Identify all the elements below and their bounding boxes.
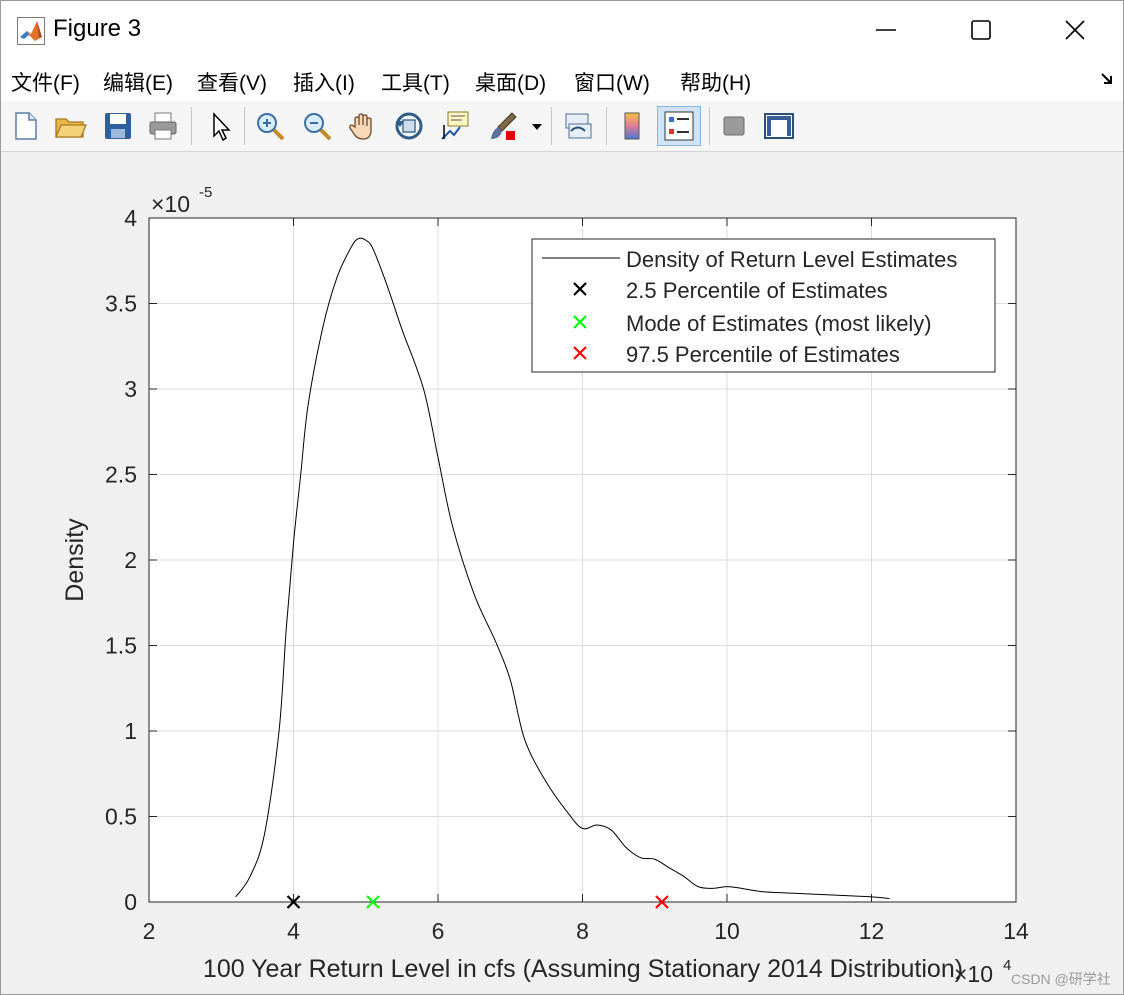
rotate-3d-button[interactable] (392, 109, 426, 143)
legend-entry-label: Density of Return Level Estimates (626, 247, 957, 272)
pan-hand-icon (349, 113, 372, 140)
y-tick-label: 4 (124, 205, 137, 231)
zoom-in-button[interactable] (253, 109, 287, 143)
matlab-logo-icon (17, 17, 45, 45)
menu-item-4[interactable]: 工具(T) (381, 67, 450, 97)
menu-item-0[interactable]: 文件(F) (11, 67, 80, 97)
watermark-text: CSDN @研学社 (1011, 971, 1111, 987)
show-plot-tools-button[interactable] (762, 109, 796, 143)
new-figure-icon (15, 112, 37, 140)
y-tick-label: 3 (124, 376, 137, 402)
brush-icon (491, 112, 517, 140)
save-button[interactable] (101, 109, 135, 143)
print-icon (149, 112, 177, 140)
toolbar-separator (191, 107, 192, 145)
menu-item-7[interactable]: 帮助(H) (680, 67, 751, 97)
toolbar-separator (709, 107, 710, 145)
menu-item-6[interactable]: 窗口(W) (574, 67, 650, 97)
legend-entry-label: Mode of Estimates (most likely) (626, 311, 932, 336)
y-tick-label: 0 (124, 889, 137, 915)
y-exponent-power: -5 (199, 184, 212, 201)
zoom-out-button[interactable] (300, 109, 334, 143)
data-cursor-icon (441, 111, 469, 140)
y-axis-label: Density (61, 518, 89, 602)
y-tick-label: 2 (124, 547, 137, 573)
x-tick-label: 12 (859, 918, 885, 944)
toolbar-separator (551, 107, 552, 145)
y-tick-label: 1 (124, 718, 137, 744)
print-button[interactable] (146, 109, 180, 143)
x-tick-label: 10 (714, 918, 740, 944)
minimize-button[interactable] (841, 1, 933, 59)
menu-item-5[interactable]: 桌面(D) (475, 67, 546, 97)
y-tick-label: 0.5 (105, 804, 137, 830)
hide-plot-tools-button[interactable] (717, 109, 751, 143)
x-tick-label: 4 (287, 918, 300, 944)
figure-window: Figure 3 文件(F) 编辑(E) 查看(V) 插入(I) 工具(T) 桌面(D) 窗… (0, 0, 1124, 995)
legend-button[interactable] (657, 106, 701, 146)
x-tick-label: 8 (576, 918, 589, 944)
minimize-icon (876, 29, 896, 31)
figure-canvas[interactable]: 2 4 6 8 10 12 14 0 0.5 1 1.5 2 2.5 3 3.5 4 ×10 -5 ×10 4 100 … (1, 152, 1123, 994)
figure-toolbar (1, 101, 1123, 152)
y-tick-label: 2.5 (105, 462, 137, 488)
toolbar-separator (244, 107, 245, 145)
zoom-in-icon (257, 113, 285, 141)
legend-icon (664, 111, 694, 141)
zoom-out-icon (304, 113, 332, 141)
x-tick-label: 2 (143, 918, 156, 944)
save-icon (105, 113, 131, 139)
maximize-icon (971, 20, 991, 40)
y-tick-label: 3.5 (105, 291, 137, 317)
menu-item-3[interactable]: 插入(I) (293, 67, 355, 97)
pan-button[interactable] (346, 109, 380, 143)
link-plot-button[interactable] (561, 109, 595, 143)
edit-plot-button[interactable] (203, 109, 237, 143)
x-axis-label: 100 Year Return Level in cfs (Assuming S… (203, 955, 963, 983)
legend-entry-label: 2.5 Percentile of Estimates (626, 278, 888, 303)
brush-button[interactable] (486, 109, 520, 143)
menu-item-2[interactable]: 查看(V) (197, 67, 267, 97)
y-exponent-label: ×10 (151, 191, 190, 217)
show-plot-tools-icon (764, 113, 794, 139)
open-file-icon (55, 118, 87, 138)
menu-bar: 文件(F) 编辑(E) 查看(V) 插入(I) 工具(T) 桌面(D) 窗口(W) 帮助(H) (1, 59, 1123, 102)
hide-plot-tools-icon (723, 116, 745, 136)
legend-entry-label: 97.5 Percentile of Estimates (626, 342, 900, 367)
open-file-button[interactable] (53, 109, 87, 143)
chevron-down-icon (532, 124, 542, 130)
link-plot-icon (565, 113, 592, 139)
window-title: Figure 3 (53, 15, 142, 42)
dock-arrow-icon[interactable] (1099, 71, 1115, 87)
close-icon (1065, 20, 1085, 40)
colorbar-icon (624, 112, 640, 140)
plot-svg[interactable]: 2 4 6 8 10 12 1400.511.522.533.54×10 -5×10 4100 … (1, 152, 1123, 994)
y-tick-label: 1.5 (105, 633, 137, 659)
brush-dropdown-button[interactable] (529, 109, 545, 143)
data-cursor-button[interactable] (438, 109, 472, 143)
edit-plot-arrow-icon (213, 112, 231, 142)
x-tick-label: 6 (432, 918, 445, 944)
rotate-3d-icon (395, 112, 423, 140)
toolbar-separator (606, 107, 607, 145)
colorbar-button[interactable] (615, 109, 649, 143)
maximize-button[interactable] (936, 1, 1028, 59)
close-button[interactable] (1030, 1, 1122, 59)
menu-item-1[interactable]: 编辑(E) (103, 67, 173, 97)
x-tick-label: 14 (1003, 918, 1029, 944)
new-figure-button[interactable] (9, 109, 43, 143)
title-bar[interactable]: Figure 3 (1, 1, 1123, 59)
